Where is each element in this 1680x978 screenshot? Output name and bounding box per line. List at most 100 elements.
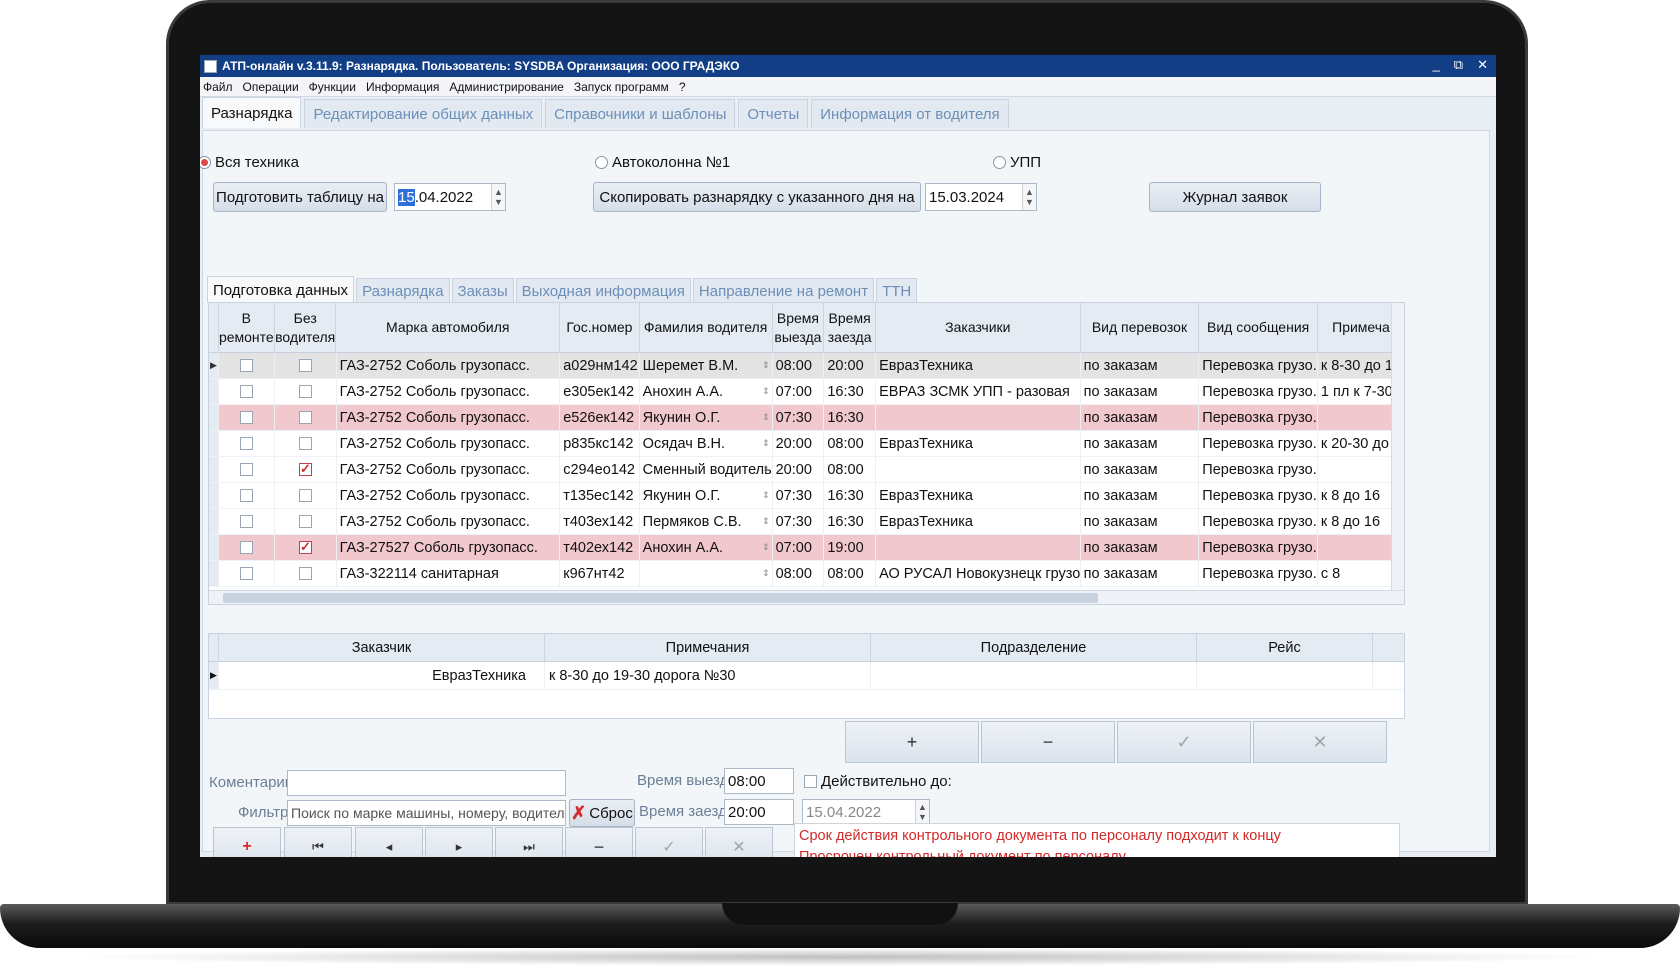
- checkbox-box[interactable]: [298, 359, 312, 372]
- table-row[interactable]: ГАЗ-2752 Соболь грузопасс. е526ек142 Якуни…: [209, 405, 1404, 431]
- transport-type-cell[interactable]: по заказам: [1081, 379, 1200, 404]
- depart-cell[interactable]: 08:00: [773, 561, 825, 586]
- filter-input[interactable]: Поиск по марке машины, номеру, водителю …: [287, 800, 566, 826]
- driver-cell[interactable]: Якунин О.Г. ⇕: [640, 483, 773, 508]
- checkbox-box[interactable]: [240, 567, 254, 580]
- model-cell[interactable]: ГАЗ-322114 санитарная: [337, 561, 561, 586]
- reset-filter-button[interactable]: ✗ Сброс: [569, 799, 635, 827]
- checkbox-box[interactable]: [298, 567, 312, 580]
- header-depart[interactable]: Время выезда: [773, 303, 825, 352]
- driver-dropdown-icon[interactable]: ⇕: [762, 568, 770, 579]
- repair-checkbox[interactable]: [219, 509, 276, 534]
- checkbox-box[interactable]: [240, 489, 254, 502]
- checkbox-box[interactable]: [240, 359, 254, 372]
- arrive-cell[interactable]: 08:00: [824, 457, 877, 482]
- repair-checkbox[interactable]: [219, 379, 276, 404]
- repair-checkbox[interactable]: [219, 483, 276, 508]
- next-record-button[interactable]: ▸: [425, 827, 493, 857]
- menu-functions[interactable]: Функции: [309, 80, 356, 94]
- message-type-cell[interactable]: Перевозка грузо...: [1199, 379, 1318, 404]
- depart-cell[interactable]: 07:00: [773, 379, 825, 404]
- no-driver-checkbox[interactable]: [275, 535, 337, 560]
- radio-all-vehicles[interactable]: Вся техника: [200, 154, 299, 171]
- tab-assignment[interactable]: Разнарядка: [202, 97, 302, 128]
- no-driver-checkbox[interactable]: [275, 561, 337, 586]
- transport-type-cell[interactable]: по заказам: [1081, 405, 1200, 430]
- customer-cell[interactable]: ЕвразТехника: [876, 483, 1081, 508]
- no-driver-checkbox[interactable]: [275, 431, 337, 456]
- repair-checkbox[interactable]: [219, 457, 276, 482]
- restore-button[interactable]: ⧉: [1454, 57, 1463, 73]
- subtab-output[interactable]: Выходная информация: [515, 278, 691, 303]
- header-division[interactable]: Подразделение: [871, 634, 1197, 661]
- header-plate[interactable]: Гос.номер: [560, 303, 640, 352]
- repair-checkbox[interactable]: [219, 535, 276, 560]
- message-type-cell[interactable]: Перевозка грузо...: [1199, 535, 1318, 560]
- depart-cell[interactable]: 07:30: [773, 405, 825, 430]
- depart-cell[interactable]: 08:00: [773, 353, 825, 378]
- checkbox-box[interactable]: [240, 411, 254, 424]
- date-spinner-icon[interactable]: ▲ ▼: [1022, 184, 1036, 210]
- arrive-time-input[interactable]: 20:00: [724, 799, 794, 825]
- arrive-cell[interactable]: 08:00: [824, 561, 877, 586]
- driver-dropdown-icon[interactable]: ⇕: [762, 464, 770, 475]
- table-row[interactable]: ГАЗ-2752 Соболь грузопасс. с294ео142 Сменн…: [209, 457, 1404, 483]
- depart-time-input[interactable]: 08:00: [724, 768, 794, 794]
- message-type-cell[interactable]: Перевозка грузо...: [1199, 457, 1318, 482]
- horizontal-scrollbar[interactable]: [209, 590, 1404, 604]
- comments-input[interactable]: [287, 770, 566, 796]
- header-trip[interactable]: Рейс: [1197, 634, 1373, 661]
- checkbox-box[interactable]: [240, 385, 254, 398]
- header-transport-type[interactable]: Вид перевозок: [1081, 303, 1200, 352]
- model-cell[interactable]: ГАЗ-2752 Соболь грузопасс.: [337, 509, 561, 534]
- header-model[interactable]: Марка автомобиля: [336, 303, 561, 352]
- header-arrive[interactable]: Время заезда: [824, 303, 876, 352]
- driver-cell[interactable]: Анохин А.А. ⇕: [640, 379, 773, 404]
- driver-dropdown-icon[interactable]: ⇕: [762, 516, 770, 527]
- arrive-cell[interactable]: 19:00: [824, 535, 877, 560]
- menu-help[interactable]: ?: [679, 80, 686, 94]
- arrive-cell[interactable]: 20:00: [824, 353, 877, 378]
- header-customers[interactable]: Заказчики: [876, 303, 1081, 352]
- no-driver-checkbox[interactable]: [275, 509, 337, 534]
- header-repair[interactable]: В ремонте: [219, 303, 276, 352]
- depart-cell[interactable]: 07:00: [773, 535, 825, 560]
- message-type-cell[interactable]: Перевозка грузо...: [1199, 561, 1318, 586]
- plate-cell[interactable]: е526ек142: [560, 405, 640, 430]
- tab-references[interactable]: Справочники и шаблоны: [545, 99, 736, 128]
- record-cancel-button[interactable]: ✕: [705, 827, 773, 857]
- orders-journal-button[interactable]: Журнал заявок: [1149, 182, 1321, 212]
- customer-cell[interactable]: [876, 457, 1081, 482]
- plate-cell[interactable]: т402ех142: [560, 535, 640, 560]
- no-driver-checkbox[interactable]: [275, 379, 337, 404]
- message-type-cell[interactable]: Перевозка грузо...: [1199, 405, 1318, 430]
- model-cell[interactable]: ГАЗ-2752 Соболь грузопасс.: [337, 353, 561, 378]
- depart-cell[interactable]: 07:30: [773, 509, 825, 534]
- record-save-button[interactable]: ✓: [635, 827, 703, 857]
- plate-cell[interactable]: а029нм142: [560, 353, 640, 378]
- table-row[interactable]: ГАЗ-2752 Соболь грузопасс. т135ес142 Якуни…: [209, 483, 1404, 509]
- table-row[interactable]: ГАЗ-2752 Соболь грузопасс. е305ек142 Анохи…: [209, 379, 1404, 405]
- plate-cell[interactable]: т403ех142: [560, 509, 640, 534]
- customer-cell[interactable]: [876, 405, 1081, 430]
- header-notes[interactable]: Примечания: [545, 634, 871, 661]
- record-add-button[interactable]: +: [213, 827, 281, 857]
- date-spinner-icon[interactable]: ▲ ▼: [491, 184, 505, 210]
- tab-driver-info[interactable]: Информация от водителя: [811, 99, 1009, 128]
- table-row[interactable]: ГАЗ-2752 Соболь грузопасс. р835кс142 Осяда…: [209, 431, 1404, 457]
- subtab-data-prep[interactable]: Подготовка данных: [207, 276, 355, 303]
- vertical-scrollbar[interactable]: [1391, 303, 1404, 604]
- repair-checkbox[interactable]: [219, 405, 276, 430]
- order-division-cell[interactable]: [871, 662, 1197, 689]
- driver-dropdown-icon[interactable]: ⇕: [762, 386, 770, 397]
- first-record-button[interactable]: ⏮: [284, 827, 352, 857]
- driver-cell[interactable]: Шеремет В.М. ⇕: [640, 353, 773, 378]
- driver-cell[interactable]: Сменный водитель ⇕: [640, 457, 773, 482]
- header-no-driver[interactable]: Без водителя: [275, 303, 337, 352]
- checkbox-box[interactable]: [298, 515, 312, 528]
- close-button[interactable]: ✕: [1477, 57, 1488, 73]
- orders-row[interactable]: ▶ ЕвразТехника к 8-30 до 19-30 дорога №3…: [209, 662, 1404, 690]
- repair-checkbox[interactable]: [219, 353, 276, 378]
- valid-until-checkbox[interactable]: Действительно до:: [804, 773, 952, 790]
- tab-edit-common[interactable]: Редактирование общих данных: [304, 99, 543, 128]
